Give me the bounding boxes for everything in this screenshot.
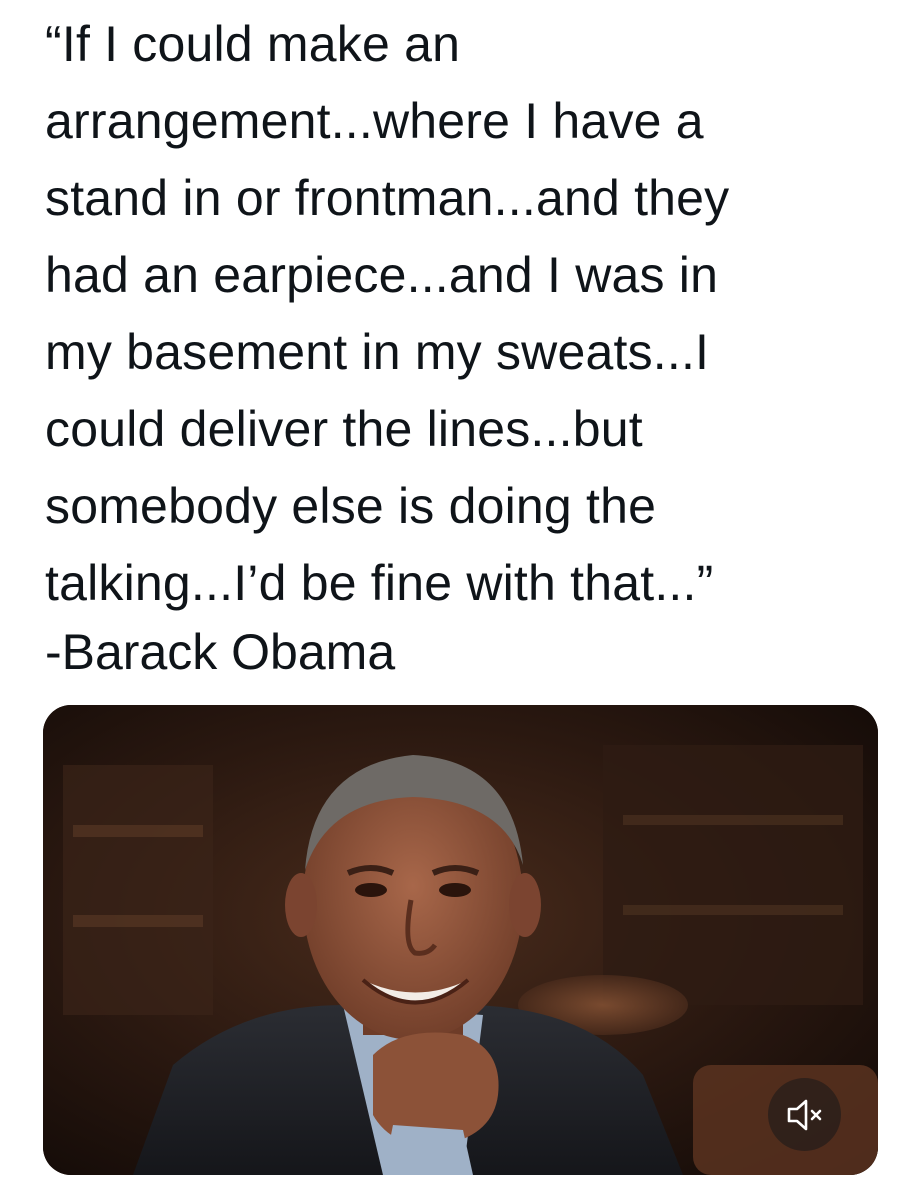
quote-line: had an earpiece...and I was in [45,247,719,303]
quote-line: somebody else is doing the [45,478,657,534]
video-frame [43,705,878,1175]
quote-line: “If I could make an [45,16,461,72]
quote-attribution: -Barack Obama [45,624,396,680]
quote-line: could deliver the lines...but [45,401,643,457]
video-player[interactable] [43,705,878,1175]
speaker-muted-icon [787,1099,822,1131]
quote-line: my basement in my sweats...I [45,324,710,380]
quote-line: arrangement...where I have a [45,93,704,149]
quote-text: “If I could make an arrangement...where … [45,6,885,622]
quote-line: talking...I’d be fine with that...” [45,555,714,611]
mute-toggle-button[interactable] [768,1078,841,1151]
post: “If I could make an arrangement...where … [0,0,914,1200]
quote-line: stand in or frontman...and they [45,170,730,226]
